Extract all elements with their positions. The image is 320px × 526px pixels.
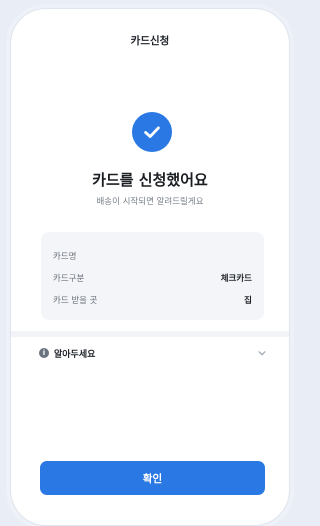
notice-header: i 알아두세요	[39, 347, 95, 360]
confirm-button[interactable]: 확인	[40, 461, 265, 495]
info-icon: i	[39, 348, 49, 358]
delivery-place-value: 집	[244, 296, 252, 306]
notice-accordion[interactable]: i 알아두세요	[39, 343, 267, 363]
page-title: 카드신청	[130, 35, 170, 47]
card-name-label: 카드명	[53, 252, 77, 262]
section-divider	[11, 331, 289, 337]
card-type-value: 체크카드	[220, 274, 252, 284]
chevron-down-icon[interactable]	[257, 348, 267, 358]
delivery-place-label: 카드 받을 곳	[53, 296, 98, 306]
card-info-row-delivery: 카드 받을 곳 집	[53, 294, 252, 306]
card-info-panel: 카드명 카드구분 체크카드 카드 받을 곳 집	[41, 232, 264, 320]
success-subtitle: 배송이 시작되면 알려드릴게요	[96, 197, 204, 207]
phone-frame: 카드신청 카드를 신청했어요 배송이 시작되면 알려드릴게요 카드명 카드구분 …	[10, 8, 290, 526]
card-info-row-name: 카드명	[53, 250, 252, 262]
card-info-row-type: 카드구분 체크카드	[53, 272, 252, 284]
success-title: 카드를 신청했어요	[92, 171, 208, 189]
card-type-label: 카드구분	[53, 274, 85, 284]
notice-label: 알아두세요	[54, 349, 96, 360]
check-icon	[132, 112, 172, 152]
